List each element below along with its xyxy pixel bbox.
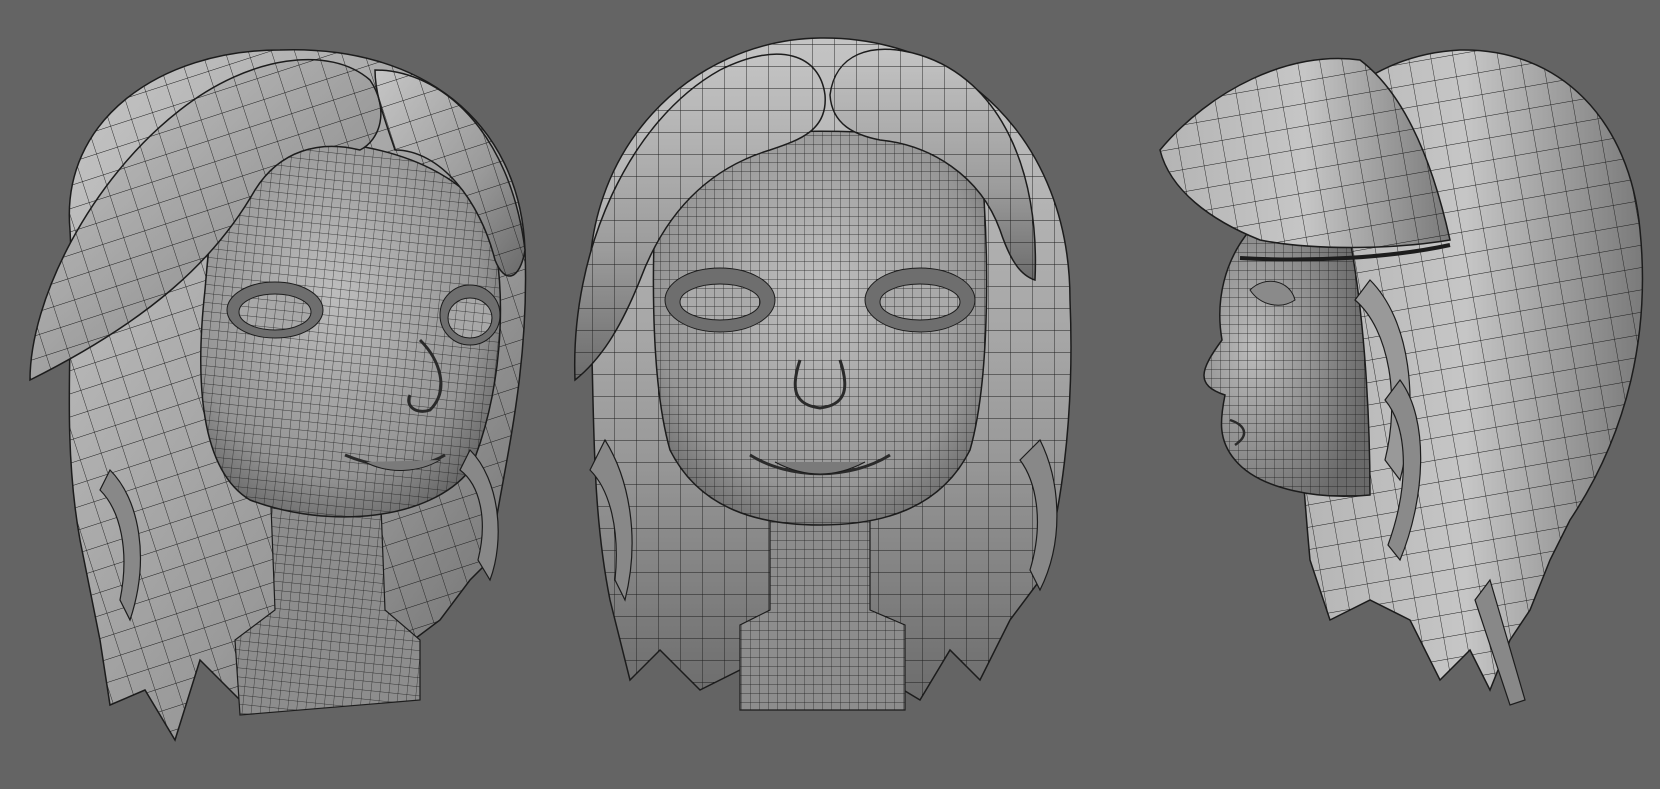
3d-viewport[interactable] [0,0,1660,789]
three-quarter-view [0,0,560,789]
head-wireframe-icon [573,37,1072,711]
head-wireframe-icon [29,49,527,742]
head-wireframe-icon [1159,49,1644,706]
front-view [570,0,1130,789]
side-view [1130,0,1660,789]
